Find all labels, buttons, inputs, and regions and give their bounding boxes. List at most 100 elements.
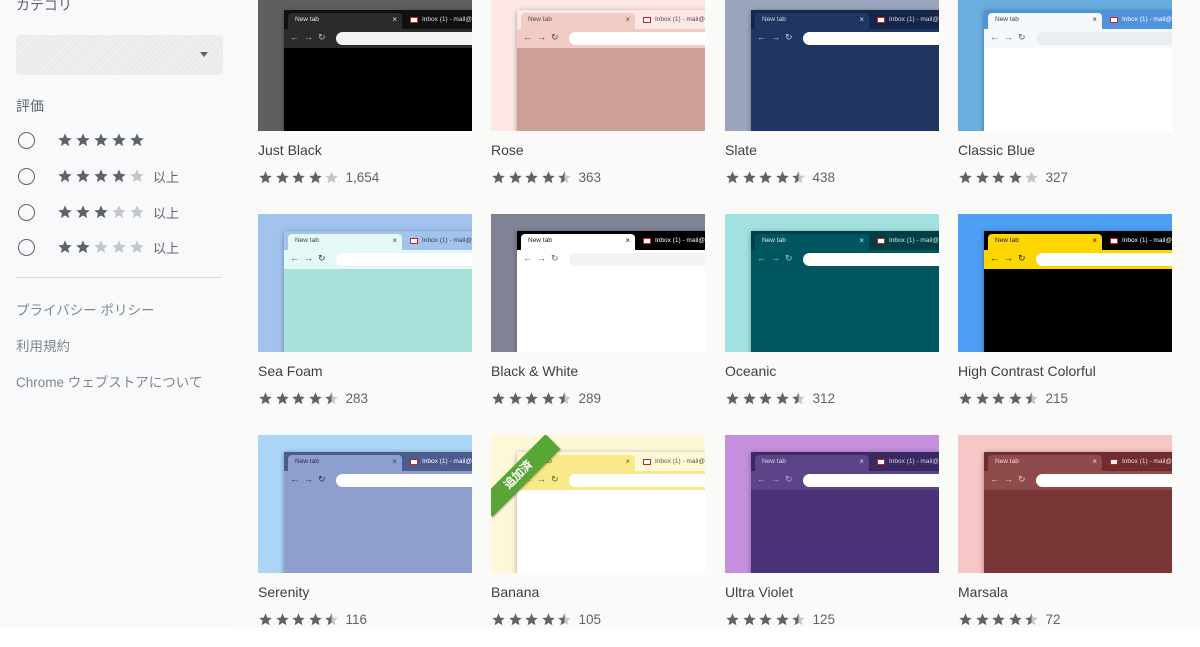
gmail-icon bbox=[643, 17, 651, 23]
theme-thumbnail: New tab × Inbox (1) - mail@ ←→↻ bbox=[958, 214, 1172, 352]
theme-card[interactable]: New tab × Inbox (1) - mail@ ←→↻ Black & Whit… bbox=[491, 214, 705, 426]
preview-new-tab-page bbox=[517, 48, 705, 131]
star-empty-icon bbox=[112, 205, 126, 219]
rating-filter-2[interactable]: 以上 bbox=[16, 235, 226, 259]
gmail-icon bbox=[1110, 17, 1118, 23]
theme-rating: 327 bbox=[958, 169, 1068, 185]
preview-tab2-title: Inbox (1) - mail@ bbox=[1122, 16, 1172, 23]
nav-arrows-icon: ←→↻ bbox=[290, 253, 331, 263]
star-filled-icon bbox=[292, 391, 305, 404]
preview-toolbar: ←→↻ bbox=[984, 471, 1172, 490]
star-filled-icon bbox=[525, 170, 538, 183]
browser-preview: New tab×Inbox (1) - mail@ ←→↻ bbox=[751, 452, 939, 573]
theme-thumbnail: New tab × Inbox (1) - mail@ ←→↻ bbox=[491, 214, 705, 352]
theme-card[interactable]: New tab × Inbox (1) - mail@ ←→↻ Oceanic 312 bbox=[725, 214, 939, 426]
theme-card[interactable]: New tab × Inbox (1) - mail@ ←→↻ Marsala 72 bbox=[958, 435, 1172, 647]
preview-toolbar: ←→↻ bbox=[984, 29, 1172, 48]
star-half-icon bbox=[792, 391, 805, 404]
theme-card[interactable]: New tab × Inbox (1) - mail@ ←→↻ Just Black 1,… bbox=[258, 0, 472, 205]
star-filled-icon bbox=[112, 133, 126, 147]
nav-arrows-icon: ←→↻ bbox=[990, 474, 1031, 484]
theme-rating: 125 bbox=[725, 611, 835, 627]
browser-preview: New tab×Inbox (1) - mail@←→↻ bbox=[984, 452, 1172, 573]
rating-stars bbox=[57, 204, 147, 220]
preview-tab-title: New tab bbox=[995, 237, 1019, 244]
theme-thumbnail: New tab×Inbox (1) - mail@←→↻追加済 bbox=[491, 435, 705, 573]
preview-active-tab: New tab × bbox=[288, 13, 402, 29]
star-filled-icon bbox=[775, 612, 789, 625]
rating-filter-3[interactable]: 以上 bbox=[16, 200, 226, 224]
nav-arrows-icon: ←→↻ bbox=[290, 474, 331, 484]
preview-new-tab-page bbox=[517, 269, 705, 352]
preview-new-tab-page bbox=[284, 48, 472, 131]
theme-card[interactable]: New tab × Inbox (1) - mail@ ←→↻ Slate 438 bbox=[725, 0, 939, 205]
preview-toolbar: ←→↻ bbox=[284, 29, 472, 48]
theme-card[interactable]: New tab × Inbox (1) - mail@ ←→↻ Classic Blue… bbox=[958, 0, 1172, 205]
star-filled-icon bbox=[112, 169, 126, 183]
rating-filter-5[interactable] bbox=[16, 128, 226, 152]
star-filled-icon bbox=[292, 612, 305, 625]
preview-omnibox bbox=[1036, 32, 1172, 45]
category-dropdown[interactable] bbox=[16, 35, 223, 75]
theme-name: Slate bbox=[725, 142, 757, 158]
theme-thumbnail: New tab × Inbox (1) - mail@ ←→↻ bbox=[725, 435, 939, 573]
preview-tab-strip: New tab × Inbox (1) - mail@ bbox=[517, 231, 705, 250]
theme-card[interactable]: New tab × Inbox (1) - mail@ ←→↻ Rose 363 bbox=[491, 0, 705, 205]
preview-inactive-tab: Inbox (1) - mail@ bbox=[875, 235, 939, 249]
theme-card[interactable]: New tab × Inbox (1) - mail@ ←→↻ High Contras… bbox=[958, 214, 1172, 426]
theme-rating: 289 bbox=[491, 390, 601, 406]
preview-active-tab: New tab × bbox=[755, 13, 869, 29]
star-filled-icon bbox=[308, 391, 322, 404]
browser-preview: New tab×Inbox (1) - mail@ ←→↻ bbox=[284, 231, 472, 352]
browser-preview: New tab×Inbox (1) - mail@←→↻ bbox=[517, 452, 705, 573]
preview-inactive-tab: Inbox (1) - mail@ bbox=[641, 235, 705, 249]
gmail-icon bbox=[410, 238, 418, 244]
star-filled-icon bbox=[259, 612, 272, 625]
rating-filter-4[interactable]: 以上 bbox=[16, 164, 226, 188]
star-filled-icon bbox=[492, 391, 505, 404]
star-filled-icon bbox=[1008, 391, 1022, 404]
theme-thumbnail: New tab × Inbox (1) - mail@ ←→↻ bbox=[258, 214, 472, 352]
terms-link[interactable]: 利用規約 bbox=[16, 335, 70, 355]
preview-tab-strip: New tab × Inbox (1) - mail@ bbox=[284, 231, 472, 250]
radio-button[interactable] bbox=[18, 131, 35, 149]
radio-button[interactable] bbox=[18, 238, 35, 256]
theme-card[interactable]: New tab × Inbox (1) - mail@ ←→↻ Sea Foam 283 bbox=[258, 214, 472, 426]
star-filled-icon bbox=[975, 612, 989, 625]
radio-button[interactable] bbox=[18, 167, 35, 185]
theme-name: Serenity bbox=[258, 584, 310, 600]
theme-card[interactable]: New tab × Inbox (1) - mail@ ←→↻ Serenity 116 bbox=[258, 435, 472, 647]
theme-thumbnail: New tab × Inbox (1) - mail@ ←→↻ bbox=[258, 0, 472, 131]
preview-omnibox bbox=[336, 32, 472, 45]
preview-tab-title: New tab bbox=[528, 16, 552, 23]
theme-name: High Contrast Colorful bbox=[958, 363, 1096, 379]
nav-arrows-icon: ←→↻ bbox=[757, 474, 798, 484]
gmail-icon bbox=[643, 459, 651, 465]
radio-button[interactable] bbox=[18, 203, 35, 221]
star-half-icon bbox=[325, 391, 338, 404]
star-filled-icon bbox=[76, 205, 90, 219]
preview-new-tab-page bbox=[751, 48, 939, 131]
star-empty-icon bbox=[130, 240, 144, 254]
about-store-link[interactable]: Chrome ウェブストアについて bbox=[16, 371, 202, 391]
star-filled-icon bbox=[959, 612, 972, 625]
star-half-icon bbox=[792, 612, 805, 625]
theme-card[interactable]: New tab × Inbox (1) - mail@ ←→↻ Ultra Violet… bbox=[725, 435, 939, 647]
theme-name: Sea Foam bbox=[258, 363, 323, 379]
theme-card[interactable]: New tab×Inbox (1) - mail@←→↻追加済Banana105 bbox=[491, 435, 705, 647]
preview-active-tab: New tab × bbox=[988, 13, 1102, 29]
theme-name: Marsala bbox=[958, 584, 1008, 600]
close-icon: × bbox=[859, 457, 864, 466]
rating-count: 1,654 bbox=[345, 169, 380, 185]
preview-inactive-tab: Inbox (1) - mail@ bbox=[1108, 235, 1172, 249]
privacy-policy-link[interactable]: プライバシー ポリシー bbox=[16, 299, 154, 319]
theme-rating: 72 bbox=[958, 611, 1061, 627]
preview-active-tab: New tab × bbox=[521, 13, 635, 29]
preview-active-tab: New tab × bbox=[288, 234, 402, 250]
preview-toolbar: ←→↻ bbox=[517, 471, 705, 490]
rating-count: 116 bbox=[345, 611, 368, 627]
preview-tab-strip: New tab × Inbox (1) - mail@ bbox=[751, 452, 939, 471]
preview-tab-title: New tab bbox=[995, 16, 1019, 23]
preview-active-tab: New tab × bbox=[521, 234, 635, 250]
gmail-icon bbox=[877, 459, 885, 465]
